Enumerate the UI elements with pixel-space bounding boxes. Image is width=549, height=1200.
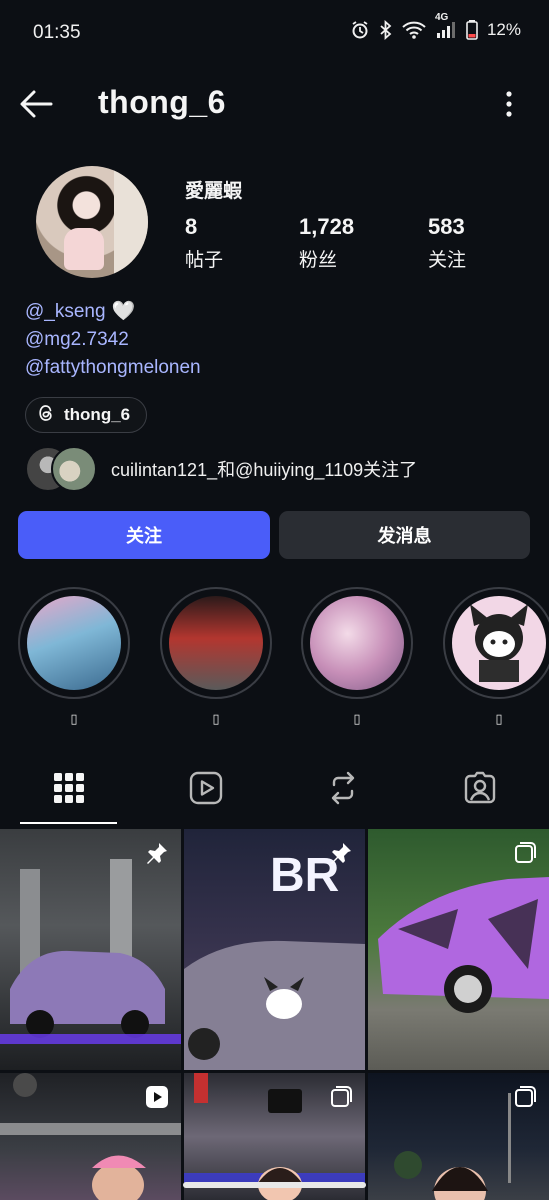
highlight-label: ▯ (495, 711, 503, 726)
post-thumbnail[interactable]: BR (184, 829, 365, 1070)
bio-link[interactable]: @fattythongmelonen (25, 354, 201, 382)
battery-icon (466, 20, 478, 40)
pinned-icon (329, 841, 353, 870)
story-highlights: ▯ ▯ ▯ ▯ (0, 587, 549, 727)
highlight-item[interactable]: ▯ (160, 587, 272, 727)
tab-reposts[interactable] (274, 756, 411, 824)
post-thumbnail[interactable] (368, 1073, 549, 1200)
carousel-icon (513, 841, 537, 870)
highlight-label: ▯ (212, 711, 220, 726)
highlight-ring (443, 587, 549, 699)
kuromi-figure-shape (470, 604, 528, 682)
more-options-icon[interactable] (505, 90, 513, 123)
display-name: 愛麗蝦 (185, 181, 243, 202)
signal-icon: 4G (435, 12, 457, 40)
profile-avatar[interactable] (36, 166, 148, 278)
stat-following[interactable]: 583 关注 (428, 214, 466, 272)
highlight-ring (18, 587, 130, 699)
bio-link[interactable]: @mg2.7342 (25, 326, 129, 354)
highlight-ring (160, 587, 272, 699)
avatar-figure-shape (64, 228, 104, 270)
back-arrow-icon[interactable] (18, 86, 54, 127)
mutual-avatar (51, 446, 97, 492)
highlight-item[interactable]: ▯ (18, 587, 130, 727)
stat-posts[interactable]: 8 帖子 (185, 214, 223, 272)
mutual-followers-text: cuilintan121_和@huiiying_1109关注了 (111, 460, 418, 480)
bio-link-row[interactable]: @fattythongmelonen (25, 354, 201, 382)
bio-link-row[interactable]: @_kseng 🤍 (25, 298, 201, 326)
header-username: thong_6 (98, 84, 226, 120)
highlight-thumbnail (452, 596, 546, 690)
message-button[interactable]: 发消息 (279, 511, 530, 559)
highlight-thumbnail (27, 596, 121, 690)
posts-grid: BR (0, 829, 549, 1200)
mutual-followers[interactable]: cuilintan121_和@huiiying_1109关注了 (25, 446, 417, 492)
post-thumbnail[interactable] (0, 829, 181, 1070)
wifi-icon (402, 21, 426, 39)
battery-percent: 12% (486, 20, 521, 39)
stat-following-label: 关注 (428, 250, 467, 271)
bio-link-row[interactable]: @mg2.7342 (25, 326, 201, 354)
tab-reels[interactable] (137, 756, 274, 824)
stat-followers-value: 1,728 (299, 214, 355, 239)
pinned-icon (145, 841, 169, 870)
repost-icon (328, 771, 358, 810)
tab-posts-grid[interactable] (0, 756, 137, 824)
network-label: 4G (434, 12, 449, 23)
alarm-icon (350, 20, 370, 40)
stat-followers[interactable]: 1,728 粉丝 (299, 214, 354, 272)
reel-play-icon (145, 1085, 169, 1114)
highlight-label: ▯ (353, 711, 361, 726)
profile-tabs (0, 756, 549, 828)
bluetooth-icon (379, 20, 393, 40)
highlight-thumbnail (169, 596, 263, 690)
active-tab-indicator (20, 822, 117, 824)
bio-link[interactable]: @_kseng (25, 298, 106, 326)
profile-header: thong_6 (0, 68, 549, 138)
gesture-nav-handle[interactable] (183, 1182, 366, 1188)
bio-links: @_kseng 🤍 @mg2.7342 @fattythongmelonen (25, 298, 201, 382)
status-icons: 4G 12% (350, 12, 521, 40)
highlight-item[interactable]: ▯ (443, 587, 549, 727)
post-thumbnail[interactable] (0, 1073, 181, 1200)
stat-followers-label: 粉丝 (299, 250, 338, 271)
highlight-item[interactable]: ▯ (301, 587, 413, 727)
tagged-icon (463, 771, 497, 810)
post-thumbnail[interactable] (368, 829, 549, 1070)
white-heart-emoji: 🤍 (111, 301, 136, 322)
threads-handle: thong_6 (64, 405, 131, 424)
stat-posts-value: 8 (185, 214, 198, 239)
follow-button[interactable]: 关注 (18, 511, 270, 559)
threads-badge-button[interactable]: thong_6 (25, 397, 148, 433)
threads-icon (38, 404, 54, 427)
highlight-thumbnail (310, 596, 404, 690)
carousel-icon (329, 1085, 353, 1114)
carousel-icon (513, 1085, 537, 1114)
reels-icon (189, 771, 223, 810)
highlight-label: ▯ (70, 711, 78, 726)
highlight-ring (301, 587, 413, 699)
status-time: 01:35 (33, 22, 81, 43)
grid-icon (53, 772, 84, 808)
avatar-mirror-shape (114, 166, 148, 278)
status-bar: 01:35 4G 12% (0, 0, 549, 68)
post-thumbnail[interactable] (184, 1073, 365, 1200)
stat-posts-label: 帖子 (185, 250, 224, 271)
stat-following-value: 583 (428, 214, 465, 239)
tab-tagged[interactable] (411, 756, 548, 824)
